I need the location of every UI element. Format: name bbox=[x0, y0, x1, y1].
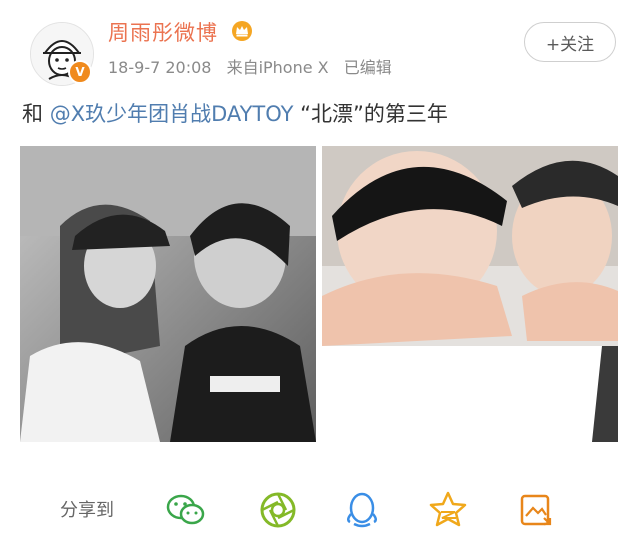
photo-icon bbox=[20, 146, 316, 442]
post-meta: 18-9-7 20:08 来自iPhone X 已编辑 bbox=[108, 54, 402, 78]
post-image-1[interactable] bbox=[20, 146, 316, 442]
follow-button[interactable]: +关注 bbox=[524, 22, 616, 62]
share-label: 分享到 bbox=[60, 500, 114, 521]
post-timestamp: 18-9-7 20:08 bbox=[108, 58, 212, 77]
wechat-icon[interactable] bbox=[164, 488, 208, 532]
qq-icon[interactable] bbox=[340, 488, 384, 532]
share-bar: 分享到 bbox=[0, 470, 640, 546]
member-crown-icon[interactable] bbox=[231, 20, 253, 42]
post-header: V 周雨彤微博 18-9-7 20:08 来自iPhone X 已编辑 +关注 bbox=[0, 0, 640, 90]
post-text-suffix: “北漂”的第三年 bbox=[293, 102, 448, 126]
post-text: 和 @X玖少年团肖战DAYTOY “北漂”的第三年 bbox=[22, 98, 448, 128]
post-text-prefix: 和 bbox=[22, 102, 50, 126]
post-source: 来自iPhone X bbox=[226, 58, 329, 77]
verified-badge: V bbox=[68, 60, 92, 84]
image-share-icon[interactable] bbox=[514, 488, 558, 532]
mention-link[interactable]: @X玖少年团肖战DAYTOY bbox=[50, 102, 294, 126]
moments-icon[interactable] bbox=[256, 488, 300, 532]
photo-icon bbox=[322, 146, 618, 442]
edited-label[interactable]: 已编辑 bbox=[344, 58, 392, 77]
qzone-icon[interactable] bbox=[426, 488, 470, 532]
post-image-2[interactable] bbox=[322, 146, 618, 442]
username-link[interactable]: 周雨彤微博 bbox=[108, 17, 218, 47]
